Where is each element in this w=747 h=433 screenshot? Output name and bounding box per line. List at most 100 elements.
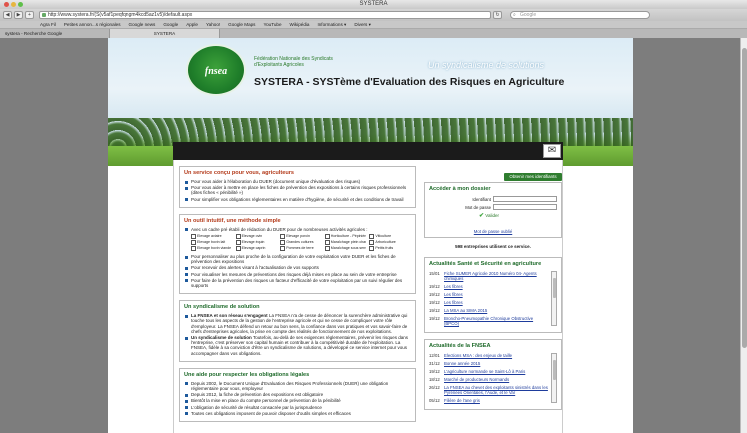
- activity-checkbox[interactable]: Elevage équin: [236, 240, 278, 245]
- submit-button[interactable]: ✔ Valider: [479, 212, 557, 219]
- bookmark-item[interactable]: Google news: [129, 22, 156, 27]
- list-item: Pour simplifier vos obligations réglemen…: [184, 197, 411, 202]
- fnsea-logo[interactable]: fnsea: [186, 44, 246, 96]
- login-title: Accéder à mon dossier: [429, 186, 491, 192]
- scroll-thumb[interactable]: [553, 360, 556, 380]
- forgot-password-link[interactable]: Mot de passe oublié: [429, 229, 557, 234]
- page-scroll-thumb[interactable]: [742, 48, 747, 348]
- right-column: Accéder à mon dossier Identifiant Mot de…: [424, 182, 562, 416]
- news-link[interactable]: Elections MSA : des enjeux de taille: [444, 353, 512, 358]
- search-icon: ⌕: [513, 12, 516, 18]
- scroll-thumb[interactable]: [553, 278, 556, 298]
- forward-button[interactable]: ▶: [14, 11, 23, 19]
- search-placeholder: Google: [520, 12, 537, 18]
- window-controls[interactable]: [4, 2, 23, 7]
- password-label: Mot de passe: [465, 204, 491, 210]
- news-item: 19/12 Broncho-Pneumopathie Chronique Obst…: [429, 316, 549, 326]
- news-item: 15/01 Fiche SUMER Agricole 2010 Numéro 04…: [429, 271, 549, 281]
- news-link[interactable]: La FNSEA au chevet des exploitants sinis…: [444, 385, 549, 395]
- news-scrollbar[interactable]: [551, 271, 557, 326]
- activity-checkbox[interactable]: Arboriculture: [369, 240, 411, 245]
- bookmark-item[interactable]: Google Maps: [228, 22, 255, 27]
- minimize-window-button[interactable]: [11, 2, 16, 7]
- get-credentials-button[interactable]: Obtenir mes identifiants: [504, 173, 562, 181]
- tab-systera[interactable]: SYSTERA: [110, 29, 220, 38]
- news-date: 26/12: [429, 385, 440, 390]
- reload-button[interactable]: ↻: [493, 11, 502, 19]
- tab-google-search[interactable]: systera - Recherche Google: [0, 29, 110, 38]
- bookmark-item[interactable]: Google: [163, 22, 178, 27]
- bookmark-folder[interactable]: Informations ▾: [317, 22, 346, 28]
- activity-checkbox[interactable]: Elevage bovin lait: [191, 240, 233, 245]
- username-input[interactable]: [493, 196, 557, 202]
- activity-checkbox-grid: Elevage aviaire Elevage ovin Elevage por…: [191, 234, 411, 251]
- news-item: 19/12 Les fibres: [429, 284, 549, 289]
- activity-checkbox[interactable]: Horticulture - Pépinière: [325, 234, 367, 239]
- bookmark-item[interactable]: Agra Fil: [40, 22, 56, 27]
- password-row: Mot de passe: [429, 204, 557, 210]
- news-link[interactable]: Fiche SUMER Agricole 2010 Numéro 04- Age…: [444, 271, 549, 281]
- news-list: 15/01 Fiche SUMER Agricole 2010 Numéro 04…: [429, 271, 557, 326]
- news-date: 05/12: [429, 398, 440, 403]
- activity-checkbox[interactable]: Maraîchage sous serre: [325, 246, 367, 251]
- browser-toolbar: ◀ ▶ + http://www.systera.fr/(S(v5af1peqf…: [0, 9, 747, 21]
- activity-checkbox[interactable]: Petits fruits: [369, 246, 411, 251]
- news-date: 19/12: [429, 300, 440, 305]
- tab-bar: systera - Recherche Google SYSTERA: [0, 29, 747, 38]
- activity-checkbox[interactable]: Elevage bovin viande: [191, 246, 233, 251]
- news-title: Actualités Santé et Sécurité en agricult…: [429, 261, 542, 267]
- zoom-window-button[interactable]: [18, 2, 23, 7]
- section-title: Un service conçu pour vous, agriculteurs: [184, 170, 295, 176]
- news-link[interactable]: Les fibres: [444, 284, 463, 289]
- activity-checkbox[interactable]: Grandes cultures: [280, 240, 322, 245]
- news-link[interactable]: Marché de producteurs Normands: [444, 377, 509, 382]
- news-link[interactable]: Les fibres: [444, 300, 463, 305]
- news-link[interactable]: Filière de l'ane gris: [444, 398, 480, 403]
- activity-checkbox[interactable]: Pommes de terre: [280, 246, 322, 251]
- add-bookmark-button[interactable]: +: [25, 11, 34, 19]
- news-link[interactable]: L'agriculture normande se Saint-Lô à Par…: [444, 369, 525, 374]
- news-link[interactable]: Broncho-Pneumopathie Chronique Obstructi…: [444, 316, 549, 326]
- section-title: Un outil intuitif, une méthode simple: [184, 217, 281, 224]
- news-date: 31/12: [429, 361, 440, 366]
- search-input[interactable]: ⌕ Google: [510, 11, 650, 19]
- bookmark-item[interactable]: Wikipédia: [290, 22, 310, 27]
- username-row: Identifiant: [429, 196, 557, 202]
- bookmark-item[interactable]: Apple: [186, 22, 198, 27]
- news-item: 18/12 Marché de producteurs Normands: [429, 377, 549, 382]
- bookmark-item[interactable]: YouTube: [263, 22, 281, 27]
- news-item: 19/12 La MSA au SIMA 2015: [429, 308, 549, 313]
- list-item: Toutes ces obligations imposent de pouvo…: [184, 411, 411, 416]
- news-link[interactable]: La MSA au SIMA 2015: [444, 308, 487, 313]
- list-item: Pour visualiser les mesures de préventio…: [184, 272, 411, 277]
- news-link[interactable]: Bonne année 2015: [444, 361, 480, 366]
- users-count: 598 entreprises utilisent ce service.: [455, 244, 531, 249]
- mail-icon[interactable]: ✉: [543, 144, 561, 158]
- activity-checkbox[interactable]: Elevage caprin: [236, 246, 278, 251]
- close-window-button[interactable]: [4, 2, 9, 7]
- activity-checkbox[interactable]: Elevage aviaire: [191, 234, 233, 239]
- password-input[interactable]: [493, 204, 557, 210]
- news-fnsea-box: Actualités de la FNSEA 12/01 Elections MS…: [424, 339, 562, 410]
- news-date: 19/12: [429, 316, 440, 321]
- bookmark-item[interactable]: Yahoo!: [206, 22, 220, 27]
- bookmark-folder[interactable]: Divers ▾: [354, 22, 371, 28]
- activity-checkbox[interactable]: Elevage ovin: [236, 234, 278, 239]
- address-bar[interactable]: http://www.systera.fr/(S(v5af1peqfqngm4k…: [39, 11, 491, 19]
- main-content: Un service conçu pour vous, agriculteurs…: [173, 160, 563, 433]
- bookmark-item[interactable]: Petites annon...s régionales: [64, 22, 121, 27]
- activity-checkbox[interactable]: Maraîchage plein champ: [325, 240, 367, 245]
- activity-checkbox[interactable]: Elevage porcin: [280, 234, 322, 239]
- news-item: 19/12 Les fibres: [429, 292, 549, 297]
- back-button[interactable]: ◀: [3, 11, 12, 19]
- news-scrollbar[interactable]: [551, 353, 557, 403]
- news-date: 12/01: [429, 353, 440, 358]
- news-link[interactable]: Les fibres: [444, 292, 463, 297]
- activity-checkbox[interactable]: Viticulture: [369, 234, 411, 239]
- section-obligations: Une aide pour respecter les obligations …: [179, 367, 416, 423]
- login-box: Accéder à mon dossier Identifiant Mot de…: [424, 182, 562, 238]
- federation-name: Fédération Nationale des Syndicats d'Exp…: [254, 56, 333, 68]
- page-scrollbar[interactable]: [740, 38, 747, 433]
- list-item: Pour vous aider à l'élaboration du DUER …: [184, 179, 411, 184]
- nav-bar: [173, 142, 563, 160]
